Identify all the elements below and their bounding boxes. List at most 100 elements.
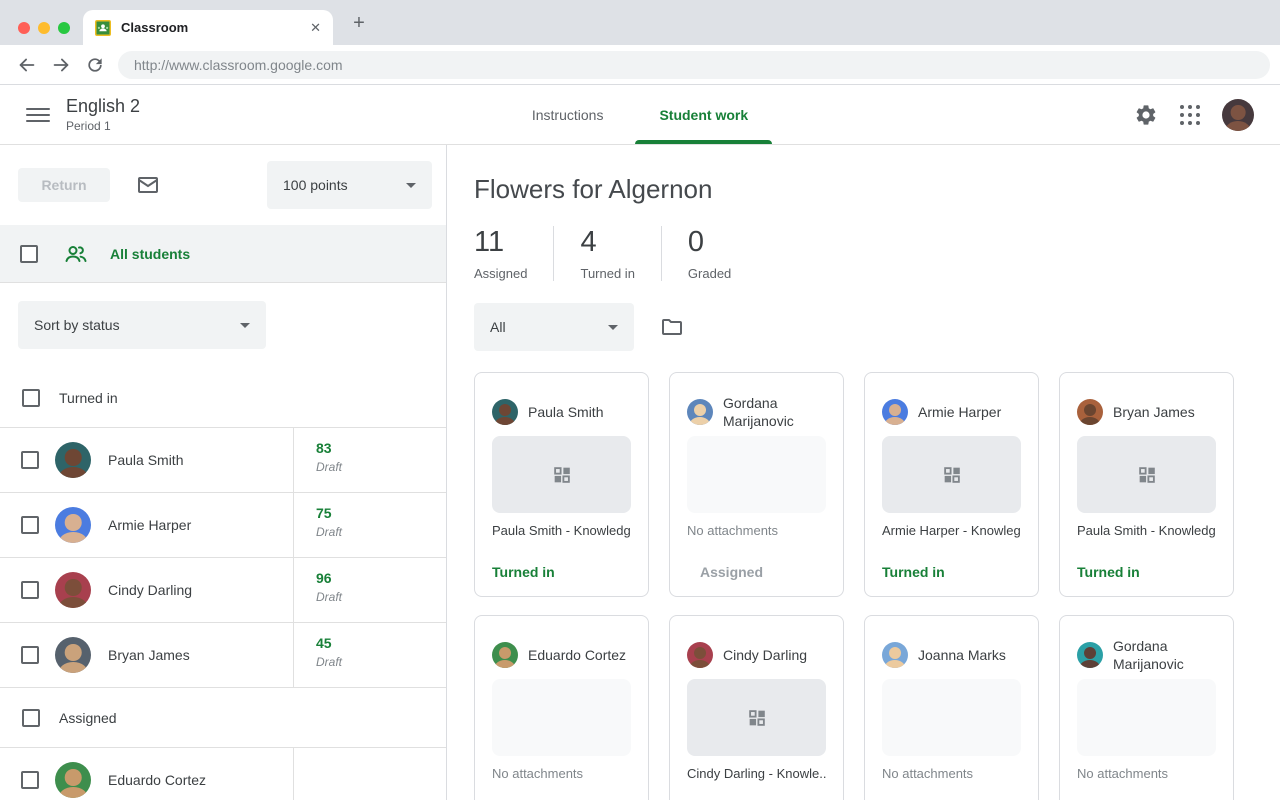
attachment-thumbnail[interactable] — [882, 436, 1021, 513]
tab-instructions[interactable]: Instructions — [508, 85, 628, 144]
card-student-name: Cindy Darling — [723, 646, 807, 664]
grade-cell[interactable]: 96 Draft — [293, 558, 446, 622]
course-info[interactable]: English 2 Period 1 — [66, 96, 140, 133]
points-select[interactable]: 100 points — [267, 161, 432, 209]
attachment-thumbnail — [882, 679, 1021, 756]
attachment-caption: Paula Smith - Knowledg... — [1077, 523, 1216, 538]
student-row-bryan-james[interactable]: Bryan James 45 Draft — [0, 623, 446, 688]
stat-value: 4 — [580, 226, 634, 259]
work-card-armie-harper[interactable]: Armie Harper Armie Harper - Knowleg.. Tu… — [864, 372, 1039, 597]
google-apps-icon[interactable] — [1180, 105, 1200, 125]
work-card-eduardo-cortez[interactable]: Eduardo Cortez No attachments — [474, 615, 649, 800]
browser-tab-classroom[interactable]: Classroom ✕ — [83, 10, 333, 45]
stat-graded[interactable]: 0 Graded — [662, 226, 757, 281]
student-row-paula-smith[interactable]: Paula Smith 83 Draft — [0, 428, 446, 493]
tab-close-icon[interactable]: ✕ — [310, 20, 321, 36]
chevron-down-icon — [608, 325, 618, 330]
attachment-caption: Cindy Darling - Knowle.. — [687, 766, 826, 781]
student-checkbox[interactable] — [21, 771, 39, 789]
student-checkbox[interactable] — [21, 646, 39, 664]
forward-icon[interactable] — [44, 48, 78, 82]
attachment-caption: Paula Smith - Knowledg... — [492, 523, 631, 538]
turned-in-checkbox[interactable] — [22, 389, 40, 407]
all-students-row[interactable]: All students — [0, 225, 446, 283]
card-avatar — [492, 399, 518, 425]
student-row-left: Cindy Darling — [0, 558, 293, 622]
student-checkbox[interactable] — [21, 581, 39, 599]
student-row-cindy-darling[interactable]: Cindy Darling 96 Draft — [0, 558, 446, 623]
card-status: Turned in — [882, 564, 1021, 582]
student-avatar — [55, 442, 91, 478]
grade-state: Draft — [316, 460, 446, 474]
grade-cell[interactable]: 83 Draft — [293, 428, 446, 492]
zoom-window-button[interactable] — [58, 22, 70, 34]
attachment-grid-icon — [746, 707, 768, 729]
student-row-left: Armie Harper — [0, 493, 293, 557]
section-turned-in: Turned in — [0, 368, 446, 428]
address-bar[interactable]: http://www.classroom.google.com — [118, 51, 1270, 79]
work-card-cindy-darling[interactable]: Cindy Darling Cindy Darling - Knowle.. — [669, 615, 844, 800]
sort-value: Sort by status — [34, 317, 120, 333]
card-head: Gordana Marijanovic — [687, 387, 826, 436]
work-card-joanna-marks[interactable]: Joanna Marks No attachments — [864, 615, 1039, 800]
grade-state: Draft — [316, 655, 446, 669]
all-students-checkbox[interactable] — [20, 245, 38, 263]
assigned-checkbox[interactable] — [22, 709, 40, 727]
card-student-name: Bryan James — [1113, 403, 1195, 421]
student-name: Cindy Darling — [108, 582, 192, 598]
stat-turned-in[interactable]: 4 Turned in — [554, 226, 661, 281]
attachment-caption: No attachments — [882, 766, 1021, 781]
browser-tabstrip: Classroom ✕ + — [0, 0, 1280, 45]
student-avatar — [55, 572, 91, 608]
grade-cell[interactable]: 75 Draft — [293, 493, 446, 557]
student-name: Armie Harper — [108, 517, 191, 533]
tab-title: Classroom — [121, 20, 300, 35]
work-card-gordana-marijanovic[interactable]: Gordana Marijanovic No attachments Assig… — [669, 372, 844, 597]
stat-value: 11 — [474, 226, 527, 259]
student-work-grid: Paula Smith Paula Smith - Knowledg... Tu… — [474, 372, 1280, 800]
browser-window: Classroom ✕ + http://www.classroom.googl… — [0, 0, 1280, 800]
new-tab-button[interactable]: + — [346, 10, 372, 36]
student-checkbox[interactable] — [21, 451, 39, 469]
minimize-window-button[interactable] — [38, 22, 50, 34]
return-button[interactable]: Return — [18, 168, 110, 202]
sort-row: Sort by status — [0, 283, 446, 368]
card-student-name: Paula Smith — [528, 403, 603, 421]
grade-cell[interactable]: 45 Draft — [293, 623, 446, 687]
chevron-down-icon — [406, 183, 416, 188]
grade-value: 75 — [316, 505, 446, 521]
close-window-button[interactable] — [18, 22, 30, 34]
work-card-bryan-james[interactable]: Bryan James Paula Smith - Knowledg... Tu… — [1059, 372, 1234, 597]
account-avatar[interactable] — [1222, 99, 1254, 131]
drive-folder-icon[interactable] — [660, 315, 684, 339]
reload-icon[interactable] — [78, 48, 112, 82]
student-row-armie-harper[interactable]: Armie Harper 75 Draft — [0, 493, 446, 558]
status-filter-select[interactable]: All — [474, 303, 634, 351]
tab-student-work[interactable]: Student work — [635, 85, 772, 144]
stat-assigned[interactable]: 11 Assigned — [474, 226, 554, 281]
filter-value: All — [490, 319, 506, 335]
student-row-left: Eduardo Cortez — [0, 748, 293, 800]
browser-urlbar: http://www.classroom.google.com — [0, 45, 1280, 85]
settings-gear-icon[interactable] — [1134, 103, 1158, 127]
back-icon[interactable] — [10, 48, 44, 82]
email-icon[interactable] — [136, 173, 160, 197]
attachment-thumbnail[interactable] — [1077, 436, 1216, 513]
grade-value: 83 — [316, 440, 446, 456]
attachment-grid-icon — [941, 464, 963, 486]
student-row-eduardo-cortez[interactable]: Eduardo Cortez — [0, 748, 446, 800]
attachment-thumbnail[interactable] — [687, 679, 826, 756]
work-card-gordana-marijanovic-2[interactable]: Gordana Marijanovic No attachments — [1059, 615, 1234, 800]
sort-by-status-select[interactable]: Sort by status — [18, 301, 266, 349]
all-students-label: All students — [110, 246, 190, 262]
stat-label: Graded — [688, 266, 731, 281]
student-row-left: Bryan James — [0, 623, 293, 687]
attachment-thumbnail[interactable] — [492, 436, 631, 513]
card-head: Cindy Darling — [687, 630, 826, 679]
attachment-caption: No attachments — [492, 766, 631, 781]
menu-icon[interactable] — [26, 108, 50, 122]
student-checkbox[interactable] — [21, 516, 39, 534]
classroom-favicon-icon — [95, 20, 111, 36]
card-head: Gordana Marijanovic — [1077, 630, 1216, 679]
work-card-paula-smith[interactable]: Paula Smith Paula Smith - Knowledg... Tu… — [474, 372, 649, 597]
